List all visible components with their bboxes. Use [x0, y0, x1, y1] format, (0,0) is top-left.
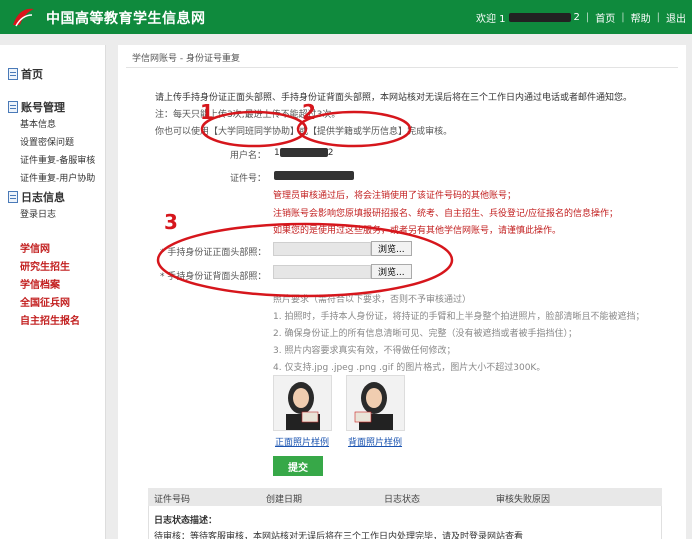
sidebar-section-logs[interactable]: 日志信息 [8, 189, 65, 205]
breadcrumb: 学信网账号 - 身份证号重复 [132, 54, 240, 64]
col-fail-reason: 审核失败原因 [496, 495, 551, 505]
annotation-number-3: 3 [164, 210, 178, 234]
nav-home-link[interactable]: 首页 [595, 10, 615, 25]
requirement-1: 1. 拍照时，手持本人身份证，将持证的手臂和上半身整个拍进照片，脸部清晰且不能被… [273, 312, 645, 322]
sidebar-item-basic-info[interactable]: 基本信息 [20, 117, 56, 130]
site-logo-icon [13, 8, 34, 27]
person-photo-icon [274, 376, 331, 430]
back-photo-upload: 浏览... [273, 264, 412, 279]
col-created-date: 创建日期 [266, 495, 303, 505]
top-right-nav: 欢迎 1 2 | 首页 | 帮助 | 退出 [475, 10, 686, 25]
site-title: 中国高等教育学生信息网 [46, 11, 206, 27]
back-photo-label: * 手持身份证背面头部照： [160, 272, 267, 282]
annotation-number-2: 2 [302, 100, 316, 124]
welcome-text: 欢迎 1 2 [475, 12, 580, 25]
back-browse-button[interactable]: 浏览... [371, 264, 412, 279]
sidebar-item-id-dup-review[interactable]: 证件重复-备服审核 [20, 153, 95, 166]
nav-help-link[interactable]: 帮助 [631, 10, 651, 25]
front-photo-filename[interactable] [273, 241, 371, 256]
sidebar-item-home[interactable]: 首页 [8, 66, 43, 82]
warning-line-1: 管理员审核通过后，将会注销使用了该证件号码的其他账号； [273, 191, 517, 201]
sidebar-item-login-log[interactable]: 登录日志 [20, 207, 56, 220]
back-photo-filename[interactable] [273, 264, 371, 279]
front-browse-button[interactable]: 浏览... [371, 241, 412, 256]
submit-button[interactable]: 提交 [273, 456, 323, 476]
photo-requirements-title: 照片要求（需符合以下要求，否则不予审核通过） [273, 295, 472, 305]
annotation-number-1: 1 [200, 100, 214, 124]
warning-line-2: 注销账号会影响您原填报研招报名、统考、自主招生、兵役登记/应征报名的信息操作； [273, 209, 619, 219]
alt-options-line: 你也可以使用【大学同班同学协助】或【提供学籍或学历信息】完成审核。 [155, 127, 453, 137]
front-photo-upload: 浏览... [273, 241, 412, 256]
requirement-3: 3. 照片内容要求真实有效，不得做任何修改； [273, 346, 456, 356]
sidebar-link-graduate[interactable]: 研究生招生 [20, 258, 70, 273]
warning-line-3: 如果您的是使用过这些服务，或者另有其他学信网账号，请谨慎此操作。 [273, 226, 562, 236]
id-number-value [274, 171, 354, 181]
divider [126, 67, 678, 68]
document-icon [8, 101, 18, 113]
front-sample-photo[interactable] [273, 375, 332, 431]
front-sample-link[interactable]: 正面照片样例 [275, 435, 329, 448]
id-number-label: 证件号： [230, 174, 267, 184]
front-photo-label: * 手持身份证正面头部照： [160, 248, 267, 258]
log-table-header: 证件号码 创建日期 日志状态 审核失败原因 [148, 488, 662, 506]
sidebar: 首页 账号管理 基本信息 设置密保问题 证件重复-备服审核 证件重复-用户协助 … [0, 45, 106, 539]
back-sample-link[interactable]: 背面照片样例 [348, 435, 402, 448]
log-desc-title: 日志状态描述： [154, 516, 218, 526]
sidebar-link-conscription[interactable]: 全国征兵网 [20, 294, 70, 309]
nav-logout-link[interactable]: 退出 [666, 10, 686, 25]
sidebar-item-security-question[interactable]: 设置密保问题 [20, 135, 74, 148]
sidebar-item-id-dup-assist[interactable]: 证件重复-用户协助 [20, 171, 95, 184]
academic-info-link[interactable]: 【提供学籍或学历信息】 [308, 127, 407, 137]
sidebar-section-account[interactable]: 账号管理 [8, 99, 65, 115]
col-log-status: 日志状态 [384, 495, 421, 505]
sidebar-link-independent[interactable]: 自主招生报名 [20, 312, 80, 327]
classmate-assist-link[interactable]: 【大学同班同学协助】 [209, 127, 299, 137]
intro-text: 请上传手持身份证正面头部照、手持身份证背面头部照，本网站核对无误后将在三个工作日… [155, 93, 633, 103]
log-table-body: 日志状态描述： 待审核：等待客服审核，本网站核对无误后将在三个工作日内处理完毕，… [148, 506, 662, 539]
col-id-number: 证件号码 [154, 495, 191, 505]
top-bar: 中国高等教育学生信息网 欢迎 1 2 | 首页 | 帮助 | 退出 [0, 0, 692, 34]
username-value: 12 [274, 148, 334, 158]
requirement-2: 2. 确保身份证上的所有信息清晰可见、完整（没有被遮挡或者被手指挡住）； [273, 329, 577, 339]
person-photo-icon [347, 376, 404, 430]
back-sample-photo[interactable] [346, 375, 405, 431]
log-desc-pending: 待审核：等待客服审核，本网站核对无误后将在三个工作日内处理完毕，请及时登录网站查… [154, 532, 524, 539]
masked-value [274, 171, 354, 180]
document-icon [8, 191, 18, 203]
masked-username [508, 13, 571, 22]
sidebar-link-archive[interactable]: 学信档案 [20, 276, 60, 291]
masked-value [279, 148, 328, 157]
username-label: 用户名： [230, 151, 267, 161]
requirement-4: 4. 仅支持.jpg .jpeg .png .gif 的图片格式，图片大小不超过… [273, 363, 546, 373]
document-icon [8, 68, 18, 80]
sidebar-link-chsi[interactable]: 学信网 [20, 240, 50, 255]
